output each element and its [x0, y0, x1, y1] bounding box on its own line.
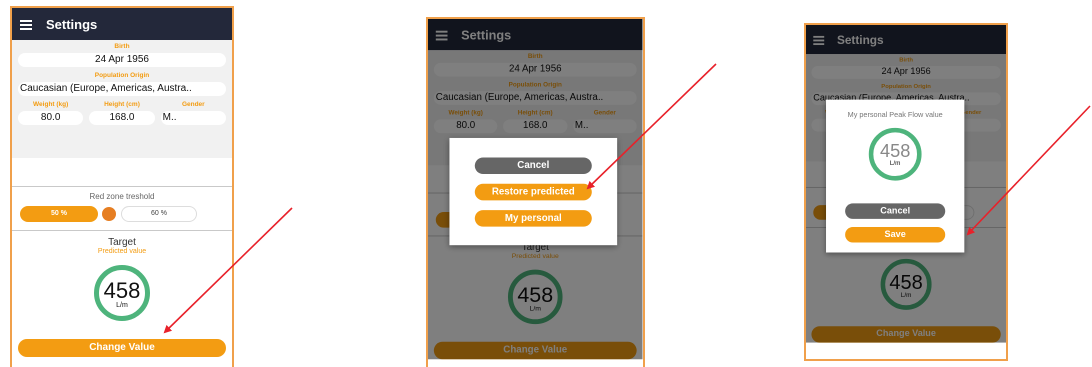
peak-flow-value: 458	[103, 278, 141, 303]
target-title: Target	[108, 237, 136, 248]
phone: Settings Birth 24 Apr 1956 Population Or…	[12, 8, 232, 357]
cancel-button[interactable]: Cancel	[845, 203, 946, 219]
phone: Settings Birth 24 Apr 1956 Population Or…	[806, 25, 1006, 343]
screen-settings: Settings Birth 24 Apr 1956 Population Or…	[10, 6, 234, 367]
red-zone-slider[interactable]: 50 % 60 %	[20, 205, 224, 223]
spacer	[12, 158, 232, 187]
peak-flow-gauge: 458 L/m	[94, 265, 150, 321]
peak-flow-unit: L/m	[116, 302, 128, 309]
height-label: Height (cm)	[104, 101, 140, 108]
screen-personal-dialog: Settings Birth 24 Apr 1956 Population Or…	[804, 23, 1008, 361]
app-title: Settings	[46, 16, 98, 32]
my-personal-button[interactable]: My personal	[474, 210, 592, 227]
restore-predicted-button[interactable]: Restore predicted	[474, 183, 592, 201]
save-button[interactable]: Save	[845, 227, 946, 243]
gender-field[interactable]: M..	[160, 111, 226, 125]
divider	[12, 230, 232, 231]
slider-knob[interactable]	[100, 205, 118, 223]
cancel-button[interactable]: Cancel	[474, 157, 592, 175]
red-zone-min: 50 %	[20, 206, 98, 222]
personal-value-dialog: My personal Peak Flow value 458 L/m Canc…	[826, 99, 965, 253]
personal-value: 458	[879, 141, 911, 162]
change-value-dialog: Cancel Restore predicted My personal	[449, 137, 618, 246]
target-subtitle: Predicted value	[97, 248, 147, 255]
birth-field[interactable]: 24 Apr 1956	[18, 53, 226, 67]
change-value-button[interactable]: Change Value	[18, 339, 226, 357]
menu-icon[interactable]	[20, 19, 32, 30]
app-bar: Settings	[12, 8, 232, 40]
weight-label: Weight (kg)	[33, 101, 69, 108]
red-zone-max: 60 %	[121, 206, 197, 222]
red-zone-label: Red zone treshold	[89, 192, 155, 201]
weight-field[interactable]: 80.0	[18, 111, 84, 125]
profile-section: Birth 24 Apr 1956 Population Origin Cauc…	[12, 40, 232, 158]
origin-label: Population Origin	[94, 72, 150, 79]
dialog-title: My personal Peak Flow value	[847, 110, 943, 119]
gender-label: Gender	[181, 101, 205, 108]
origin-field[interactable]: Caucasian (Europe, Americas, Austra..	[18, 82, 226, 96]
screen-options-dialog: Settings Birth 24 Apr 1956 Population Or…	[426, 17, 645, 367]
personal-value-gauge[interactable]: 458 L/m	[868, 127, 922, 181]
phone: Settings Birth 24 Apr 1956 Population Or…	[428, 19, 643, 360]
personal-value-unit: L/m	[889, 160, 901, 167]
birth-label: Birth	[114, 43, 130, 50]
height-field[interactable]: 168.0	[89, 111, 155, 125]
